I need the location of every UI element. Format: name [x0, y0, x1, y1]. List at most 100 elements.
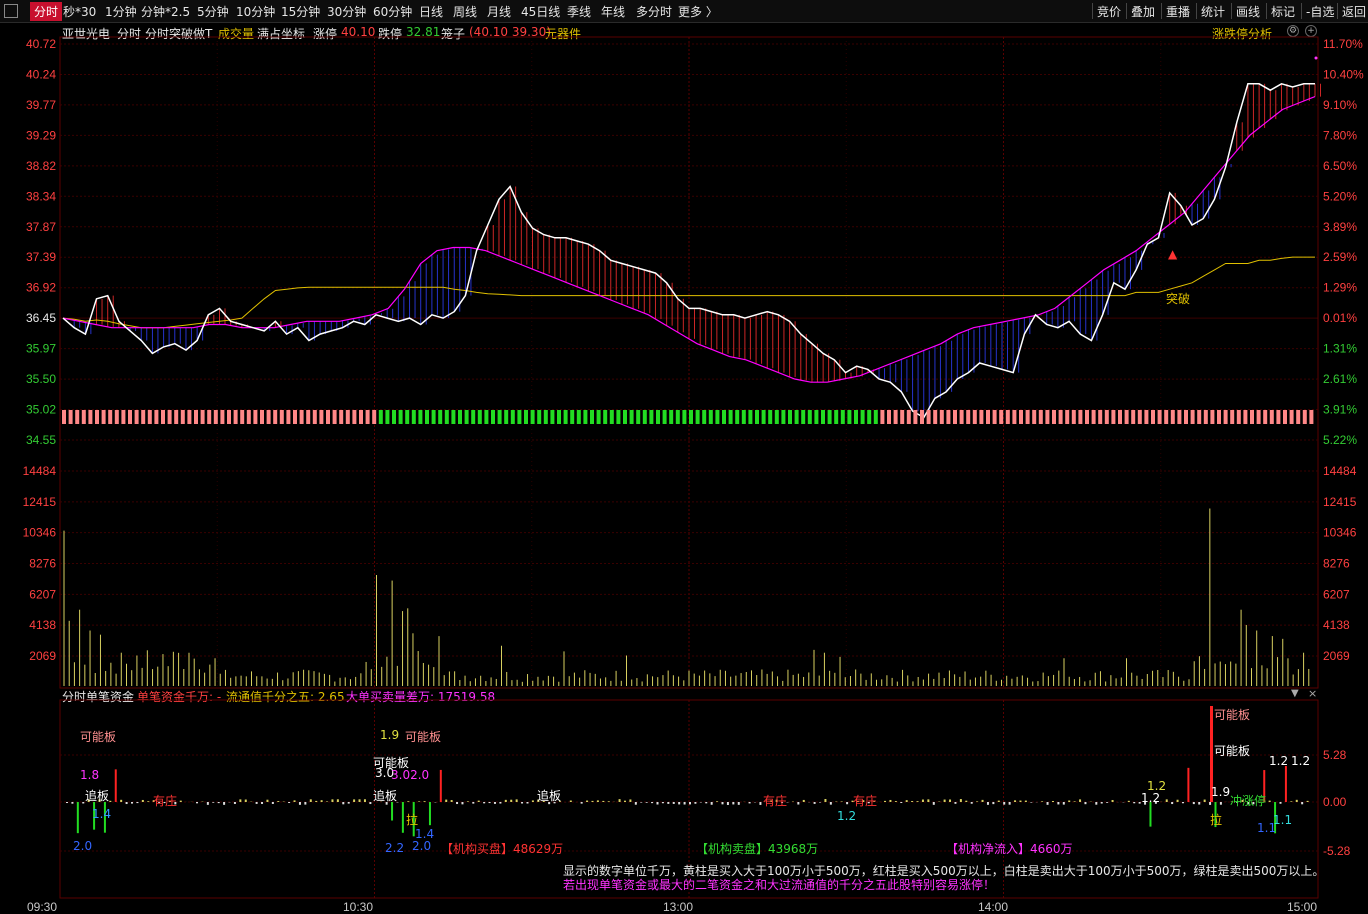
- possible-limit-label: 可能板: [1214, 708, 1251, 722]
- signal-bar: [953, 410, 957, 424]
- signal-bar: [1012, 410, 1017, 424]
- fund-bar: [759, 802, 762, 805]
- signal-bar: [345, 410, 350, 424]
- fund-bar: [450, 800, 453, 802]
- signal-bar: [1005, 410, 1010, 424]
- signal-bar: [570, 410, 575, 424]
- possible-limit-label: 可能板: [1214, 744, 1251, 758]
- fund-bar: [1181, 802, 1184, 804]
- signal-bar: [431, 410, 436, 424]
- signal-bar: [517, 410, 522, 424]
- marker-dot: [1314, 56, 1318, 60]
- fund-bar: [921, 799, 924, 802]
- volume-tick-label: 8276: [1323, 557, 1350, 571]
- signal-bar: [642, 410, 647, 424]
- fund-bar: [1068, 800, 1071, 802]
- signal-bar: [418, 410, 423, 424]
- fund-bar: [1284, 765, 1287, 802]
- fund-bar: [1209, 802, 1212, 805]
- signal-bar: [306, 410, 311, 424]
- fund-value: 1.9: [1211, 785, 1231, 799]
- signal-bar: [986, 410, 990, 424]
- volume-tick-label: 6207: [29, 587, 56, 601]
- signal-bar: [273, 410, 278, 424]
- fund-bar: [233, 802, 236, 804]
- fund-value: 1.1: [1273, 813, 1293, 827]
- fund-bar: [1014, 800, 1017, 802]
- fund-bar: [1203, 799, 1206, 802]
- signal-bar: [814, 410, 819, 424]
- pct-tick-label: 5.22%: [1323, 433, 1357, 447]
- pct-tick-label: 10.40%: [1323, 67, 1364, 81]
- fund-bar: [732, 802, 735, 805]
- fund-bar: [206, 802, 209, 805]
- signal-bar: [920, 410, 924, 424]
- signal-bar: [464, 410, 469, 424]
- fund-bar: [905, 800, 908, 802]
- signal-bar: [524, 410, 528, 424]
- signal-bar: [900, 410, 905, 424]
- fund-bar: [1062, 802, 1065, 805]
- signal-bar: [1203, 410, 1208, 424]
- fund-bar: [510, 799, 513, 802]
- signal-bar: [194, 410, 198, 424]
- signal-bar: [458, 410, 462, 424]
- price-tick-label: 35.97: [26, 342, 56, 356]
- fund-bar: [418, 801, 421, 802]
- signal-bar: [213, 410, 218, 424]
- signal-bar: [543, 410, 548, 424]
- signal-bar: [1164, 410, 1169, 424]
- breakout-label: 突破: [1166, 292, 1191, 306]
- institution-buy-label: 【机构买盘】48629万: [441, 842, 564, 856]
- fund-bar: [401, 802, 404, 833]
- time-axis-label: 13:00: [663, 900, 693, 914]
- signal-bar: [114, 410, 119, 424]
- signal-bar: [629, 410, 634, 424]
- signal-bar: [1025, 410, 1030, 424]
- signal-bar: [451, 410, 456, 424]
- signal-bar: [708, 410, 713, 424]
- signal-bar: [484, 410, 489, 424]
- signal-bar: [840, 410, 845, 424]
- institution-net-label: 【机构净流入】4660万: [946, 842, 1073, 856]
- pct-tick-label: 5.20%: [1323, 189, 1357, 203]
- buy-arrow-icon: ▲: [1168, 247, 1178, 261]
- fund-value: 2.2: [385, 841, 405, 855]
- signal-bar: [728, 410, 733, 424]
- signal-bar: [887, 410, 891, 424]
- signal-bar: [352, 410, 357, 424]
- signal-bar: [1177, 410, 1182, 424]
- signal-bar: [972, 410, 977, 424]
- price-tick-label: 35.50: [26, 372, 56, 386]
- fund-bar: [586, 800, 589, 802]
- fund-bar: [515, 799, 518, 802]
- fund-bar: [981, 799, 984, 802]
- signal-bar: [227, 410, 231, 424]
- signal-bar: [207, 410, 212, 424]
- fund-bar: [954, 802, 957, 804]
- fund-bar: [239, 799, 242, 802]
- signal-bar: [1032, 410, 1037, 424]
- has-stop-label: 有庄: [763, 794, 788, 808]
- fund-bar: [802, 799, 805, 802]
- signal-bar: [774, 410, 779, 424]
- signal-bar: [1243, 410, 1248, 424]
- signal-bar: [1302, 410, 1307, 424]
- signal-bar: [411, 410, 416, 424]
- fund-bar: [217, 802, 220, 804]
- signal-bar: [550, 410, 555, 424]
- signal-bar: [1197, 410, 1202, 424]
- volume-tick-label: 10346: [1323, 526, 1357, 540]
- signal-bar: [1190, 410, 1195, 424]
- signal-bar: [590, 410, 594, 424]
- fund-bar: [1057, 802, 1060, 805]
- signal-bar: [88, 410, 93, 424]
- fund-bar: [1030, 802, 1033, 803]
- signal-bar: [788, 410, 792, 424]
- fund-bar: [1133, 802, 1136, 804]
- fund-bar: [277, 801, 280, 802]
- rush-label: 冲涨停: [1230, 794, 1267, 808]
- price-tick-label: 39.29: [26, 128, 56, 142]
- signal-bar: [174, 410, 179, 424]
- fund-bar: [342, 802, 345, 805]
